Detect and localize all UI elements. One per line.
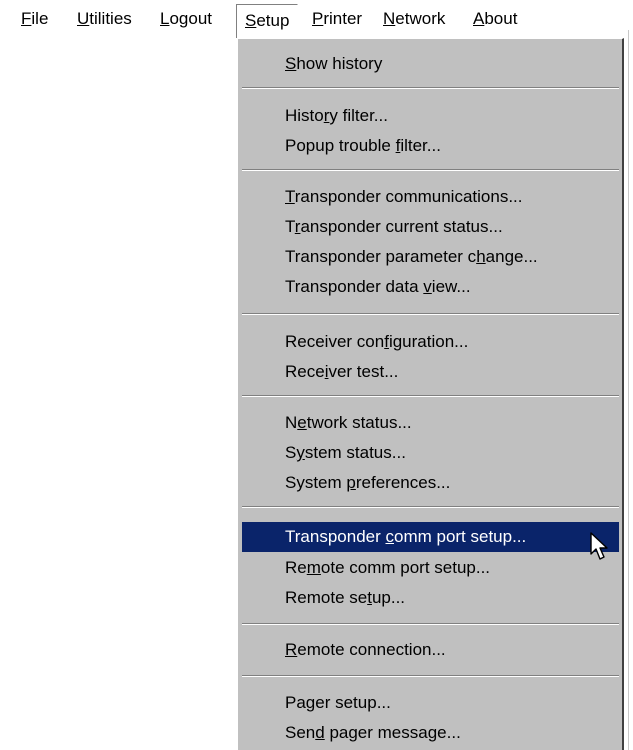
menu-about[interactable]: About — [473, 0, 517, 38]
menu-setup[interactable]: Setup — [236, 4, 299, 38]
menu-item-system-preferences[interactable]: System preferences... — [242, 468, 619, 498]
menu-item-transponder-current-status[interactable]: Transponder current status... — [242, 212, 619, 242]
setup-dropdown-menu: Show history History filter... Popup tro… — [236, 38, 624, 750]
menu-printer[interactable]: Printer — [312, 0, 362, 38]
menu-item-pager-setup[interactable]: Pager setup... — [242, 688, 619, 718]
menu-item-history-filter[interactable]: History filter... — [242, 101, 619, 131]
menu-separator — [242, 675, 619, 677]
menu-item-receiver-configuration[interactable]: Receiver configuration... — [242, 327, 619, 357]
menu-item-transponder-parameter-change[interactable]: Transponder parameter change... — [242, 242, 619, 272]
mouse-pointer-icon — [590, 532, 608, 560]
menu-item-transponder-communications[interactable]: Transponder communications... — [242, 182, 619, 212]
menu-item-remote-comm-port-setup[interactable]: Remote comm port setup... — [242, 553, 619, 583]
menu-separator — [242, 313, 619, 315]
menu-item-transponder-data-view[interactable]: Transponder data view... — [242, 272, 619, 302]
menu-bar: File Utilities Logout Setup Printer Netw… — [0, 0, 633, 750]
menu-logout[interactable]: Logout — [160, 0, 212, 38]
menu-file[interactable]: File — [21, 0, 48, 38]
menu-item-send-pager-message[interactable]: Send pager message... — [242, 718, 619, 748]
menu-separator — [242, 623, 619, 625]
menu-item-popup-trouble-filter[interactable]: Popup trouble filter... — [242, 131, 619, 161]
menu-item-show-history[interactable]: Show history — [242, 49, 619, 79]
menu-item-system-status[interactable]: System status... — [242, 438, 619, 468]
menu-network[interactable]: Network — [383, 0, 445, 38]
menu-separator — [242, 395, 619, 397]
menu-separator — [242, 87, 619, 89]
menu-separator — [242, 169, 619, 171]
menu-item-remote-setup[interactable]: Remote setup... — [242, 583, 619, 613]
menu-item-transponder-comm-port-setup[interactable]: Transponder comm port setup... — [242, 522, 619, 552]
menu-item-receiver-test[interactable]: Receiver test... — [242, 357, 619, 387]
menu-utilities[interactable]: Utilities — [77, 0, 132, 38]
menu-separator — [242, 506, 619, 508]
window-edge — [628, 30, 629, 750]
menu-item-remote-connection[interactable]: Remote connection... — [242, 635, 619, 665]
menu-item-network-status[interactable]: Network status... — [242, 408, 619, 438]
